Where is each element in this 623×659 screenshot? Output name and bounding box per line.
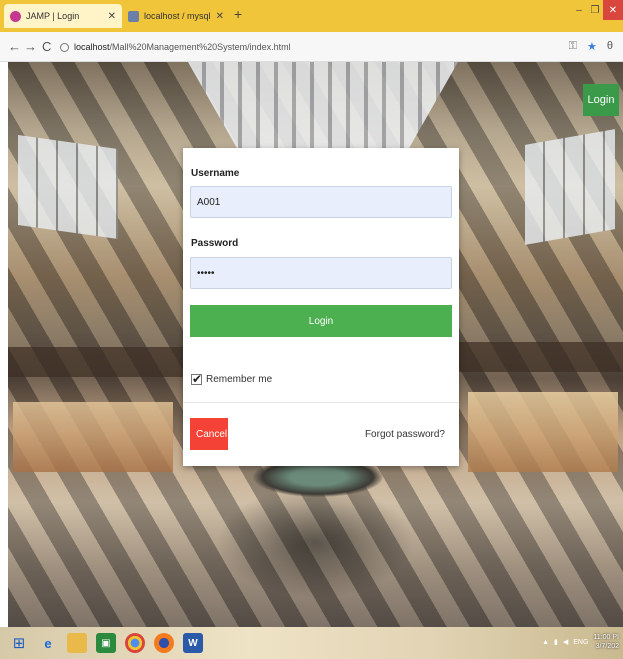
left-balcony-decor — [8, 347, 183, 377]
modal-footer-divider — [183, 402, 459, 403]
jamp-favicon-icon — [10, 10, 21, 22]
system-tray: ▲ ▮ ◀ ENG 11:00 PI 3/7/202 — [542, 633, 619, 651]
right-balcony-decor — [458, 342, 623, 372]
window-controls: – ❐ ✕ — [571, 0, 623, 22]
right-store-decor — [468, 392, 618, 472]
password-input[interactable] — [190, 257, 452, 289]
right-windows-decor — [525, 129, 615, 245]
left-store-decor — [13, 402, 173, 472]
restore-icon[interactable]: ❐ — [587, 0, 603, 20]
windows-taskbar: ⊞ e ▣ W ▲ ▮ ◀ ENG 11:00 PI 3/7/202 — [0, 627, 623, 659]
windows-start-icon[interactable]: ⊞ — [9, 633, 29, 653]
forgot-password-link[interactable]: Forgot password? — [365, 429, 445, 440]
clock-date: 3/7/202 — [595, 643, 619, 650]
remember-me-checkbox[interactable]: ✔ — [191, 373, 202, 385]
profile-icon[interactable]: θ — [607, 40, 613, 53]
minimize-icon[interactable]: – — [571, 0, 587, 20]
login-corner-button[interactable]: Login — [583, 84, 619, 116]
volume-icon[interactable]: ◀ — [563, 638, 568, 646]
system-clock[interactable]: 11:00 PI 3/7/202 — [593, 633, 619, 651]
forward-arrow-icon[interactable]: → — [24, 39, 37, 54]
skylight-decor — [188, 62, 458, 157]
login-button[interactable]: Login — [190, 305, 452, 337]
left-windows-decor — [18, 134, 118, 240]
internet-explorer-icon[interactable]: e — [38, 633, 58, 653]
url-host: localhost — [74, 42, 110, 52]
clock-time: 11:00 PI — [593, 634, 619, 641]
cancel-button[interactable]: Cancel — [190, 418, 228, 450]
bookmark-star-icon[interactable]: ★ — [587, 40, 597, 53]
tray-arrow-icon[interactable]: ▲ — [542, 639, 549, 646]
tab-title: JAMP | Login — [26, 11, 80, 21]
close-tab-icon[interactable]: ✕ — [216, 11, 224, 22]
back-arrow-icon[interactable]: ← — [8, 39, 21, 54]
site-info-icon[interactable] — [60, 42, 69, 52]
username-input[interactable] — [190, 186, 452, 218]
firefox-icon[interactable] — [154, 633, 174, 653]
close-tab-icon[interactable]: ✕ — [108, 11, 116, 22]
file-explorer-icon[interactable] — [67, 633, 87, 653]
key-icon[interactable]: ⚿ — [569, 40, 577, 53]
store-icon[interactable]: ▣ — [96, 633, 116, 653]
remember-me-row[interactable]: ✔ Remember me — [191, 373, 273, 385]
window-close-icon[interactable]: ✕ — [603, 0, 623, 20]
url-path: /Mall%20Management%20System/index.html — [109, 42, 291, 52]
chrome-icon[interactable] — [125, 633, 145, 653]
new-tab-plus-icon[interactable]: + — [234, 6, 242, 22]
login-modal: Username Password Login ✔ Remember me Ca… — [183, 148, 459, 466]
tab-jamp-login[interactable]: JAMP | Login ✕ — [4, 4, 122, 28]
address-bar-icons: ⚿ ★ θ — [569, 40, 613, 53]
tray-language[interactable]: ENG — [573, 639, 588, 646]
username-label: Username — [191, 168, 240, 179]
reload-icon[interactable]: C — [42, 39, 51, 54]
address-bar-row: ← → C localhost/Mall%20Management%20Syst… — [0, 32, 623, 62]
remember-me-label: Remember me — [206, 374, 273, 385]
url-field[interactable]: localhost/Mall%20Management%20System/ind… — [60, 38, 580, 56]
tab-title: localhost / mysql wampserver / — [144, 11, 212, 21]
browser-tab-bar: JAMP | Login ✕ localhost / mysql wampser… — [0, 0, 623, 32]
phpmyadmin-favicon-icon — [128, 10, 139, 22]
tab-phpmyadmin[interactable]: localhost / mysql wampserver / ✕ — [122, 4, 230, 28]
password-label: Password — [191, 238, 239, 249]
network-icon[interactable]: ▮ — [554, 638, 558, 646]
word-icon[interactable]: W — [183, 633, 203, 653]
